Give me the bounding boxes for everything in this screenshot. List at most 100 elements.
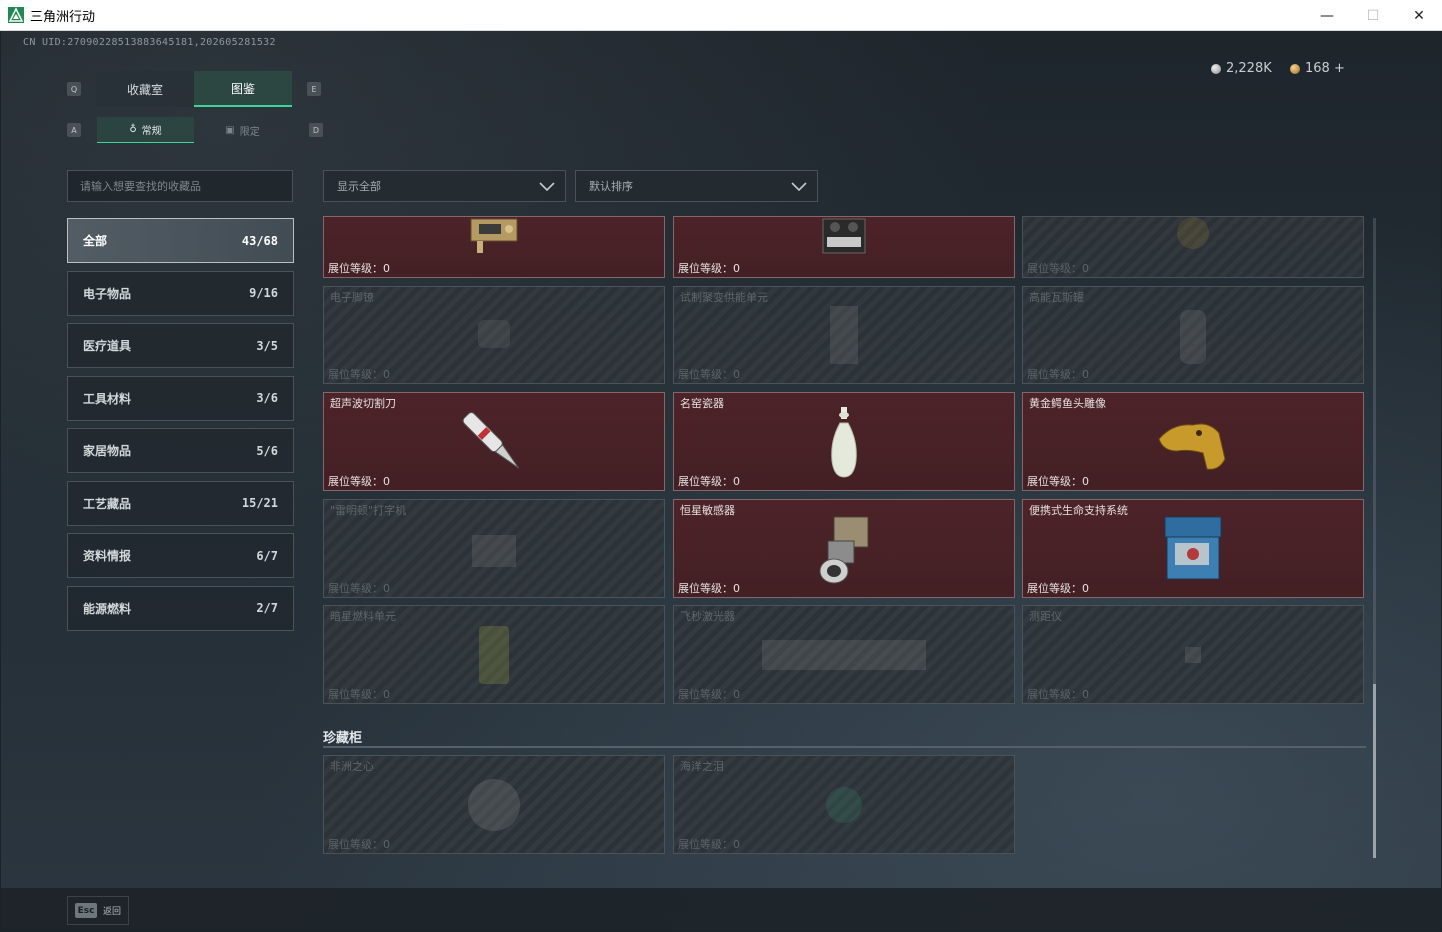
- category-count: 5/6: [256, 443, 278, 458]
- subtab-limited[interactable]: ▣ 限定: [194, 117, 291, 143]
- card-level: 展位等级：0: [678, 688, 740, 701]
- image-icon: ▣: [225, 124, 235, 136]
- card-level: 展位等级：0: [678, 262, 740, 275]
- treasure-card[interactable]: 非洲之心 展位等级：0: [323, 755, 665, 854]
- card-level: 展位等级：0: [328, 838, 390, 851]
- collection-card[interactable]: 展位等级：0: [323, 216, 665, 278]
- card-name: 便携式生命支持系统: [1029, 504, 1128, 517]
- collection-card[interactable]: 展位等级：0: [1022, 216, 1364, 278]
- card-name: 高能瓦斯罐: [1029, 291, 1084, 304]
- collection-card[interactable]: 暗星燃料单元 展位等级：0: [323, 605, 665, 704]
- category-count: 2/7: [256, 601, 278, 615]
- bottle-icon: ♁: [129, 124, 137, 135]
- category-electronics[interactable]: 电子物品 9/16: [67, 270, 294, 316]
- card-name: 测距仪: [1029, 610, 1062, 623]
- card-name: 黄金鳄鱼头雕像: [1029, 397, 1106, 410]
- window-titlebar: 三角洲行动 — ☐ ✕: [0, 0, 1442, 31]
- gas-canister-icon: [1180, 310, 1206, 364]
- category-intel[interactable]: 资料情报 6/7: [67, 533, 294, 578]
- category-count: 6/7: [256, 548, 278, 563]
- chevron-down-icon: [539, 182, 555, 192]
- card-name: 暗星燃料单元: [330, 610, 396, 623]
- card-name: 电子脚镣: [330, 291, 374, 304]
- silver-coin-icon: [1211, 63, 1221, 74]
- gold-coin-icon: [1290, 63, 1300, 74]
- subtab-regular[interactable]: ♁ 常规: [97, 117, 194, 143]
- collection-card[interactable]: 黄金鳄鱼头雕像 展位等级：0: [1022, 392, 1364, 491]
- card-level: 展位等级：0: [678, 475, 740, 488]
- tab-catalog[interactable]: 图鉴: [194, 71, 292, 107]
- category-count: 43/68: [241, 233, 278, 248]
- diamond-heart-icon: [468, 778, 520, 831]
- filter-dropdown[interactable]: 显示全部: [323, 170, 566, 202]
- card-name: 名窑瓷器: [680, 397, 724, 410]
- category-all[interactable]: 全部 43/68: [67, 218, 294, 263]
- key-hint-q: Q: [67, 82, 81, 96]
- collection-card[interactable]: 便携式生命支持系统 展位等级：0: [1022, 499, 1364, 598]
- card-level: 展位等级：0: [328, 475, 390, 488]
- collection-card[interactable]: 名窑瓷器 展位等级：0: [673, 392, 1015, 491]
- ankle-monitor-icon: [478, 320, 510, 348]
- chevron-down-icon: [791, 182, 807, 192]
- card-name: 试制聚变供能单元: [680, 291, 768, 304]
- category-count: 3/6: [256, 391, 278, 405]
- card-level: 展位等级：0: [1027, 262, 1089, 275]
- category-tools[interactable]: 工具材料 3/6: [67, 375, 294, 421]
- category-medical[interactable]: 医疗道具 3/5: [67, 323, 294, 368]
- collection-card[interactable]: 恒星敏感器 展位等级：0: [673, 499, 1015, 598]
- card-level: 展位等级：0: [678, 368, 740, 381]
- card-level: 展位等级：0: [678, 582, 740, 595]
- category-label: 医疗道具: [83, 339, 132, 353]
- card-name: 恒星敏感器: [680, 504, 735, 517]
- collection-card[interactable]: "雷明顿"打字机 展位等级：0: [323, 499, 665, 598]
- card-level: 展位等级：0: [1027, 475, 1089, 488]
- tape-recorder-icon: [822, 218, 866, 254]
- category-energy[interactable]: 能源燃料 2/7: [67, 585, 294, 631]
- rangefinder-icon: [1185, 646, 1201, 663]
- grid-scrollbar-thumb[interactable]: [1373, 684, 1376, 858]
- silver-amount: 2,228K: [1226, 61, 1272, 76]
- tab-collection-room[interactable]: 收藏室: [96, 71, 194, 107]
- sub-tabs: ♁ 常规 ▣ 限定: [97, 117, 293, 143]
- life-support-system-icon: [1164, 516, 1222, 579]
- medal-icon: [1177, 217, 1209, 249]
- category-count: 15/21: [241, 496, 278, 510]
- treasure-card[interactable]: 海洋之泪 展位等级：0: [673, 755, 1015, 854]
- category-household[interactable]: 家居物品 5/6: [67, 428, 294, 473]
- category-label: 工具材料: [83, 391, 132, 406]
- close-button[interactable]: ✕: [1396, 0, 1442, 31]
- category-crafts[interactable]: 工艺藏品 15/21: [67, 480, 294, 526]
- section-title-treasure-cabinet: 珍藏柜: [323, 731, 363, 746]
- collection-card[interactable]: 试制聚变供能单元 展位等级：0: [673, 286, 1015, 384]
- ultrasonic-cutter-icon: [462, 411, 520, 469]
- collection-card[interactable]: 展位等级：0: [673, 216, 1015, 278]
- sort-dropdown-value: 默认排序: [589, 180, 633, 193]
- minimize-button[interactable]: —: [1304, 0, 1350, 31]
- collection-card[interactable]: 测距仪 展位等级：0: [1022, 605, 1364, 704]
- maximize-button[interactable]: ☐: [1350, 0, 1396, 31]
- collection-card[interactable]: 高能瓦斯罐 展位等级：0: [1022, 286, 1364, 384]
- subtab-regular-label: 常规: [141, 126, 162, 137]
- subtab-limited-label: 限定: [239, 126, 260, 138]
- key-hint-d: D: [309, 123, 323, 137]
- sort-dropdown[interactable]: 默认排序: [575, 170, 818, 202]
- collection-card[interactable]: 飞秒激光器 展位等级：0: [673, 605, 1015, 704]
- category-label: 全部: [83, 234, 108, 248]
- dark-star-fuel-cell-icon: [479, 625, 509, 684]
- gold-currency[interactable]: 168 +: [1290, 61, 1345, 76]
- card-name: 非洲之心: [330, 760, 374, 773]
- star-sensor-icon: [819, 516, 869, 583]
- card-level: 展位等级：0: [1027, 582, 1089, 595]
- bottom-bar: Esc 返回: [1, 888, 1441, 931]
- gold-crocodile-statue-icon: [1158, 423, 1226, 470]
- category-label: 能源燃料: [83, 601, 132, 616]
- card-name: 海洋之泪: [680, 760, 724, 773]
- app-logo-icon: [8, 7, 24, 23]
- collection-card[interactable]: 超声波切割刀 展位等级：0: [323, 392, 665, 491]
- filter-dropdown-value: 显示全部: [337, 180, 381, 193]
- femtosecond-laser-icon: [762, 639, 926, 670]
- category-label: 电子物品: [83, 286, 132, 301]
- search-input[interactable]: 请输入想要查找的收藏品: [67, 170, 293, 202]
- grid-scrollbar[interactable]: [1373, 218, 1376, 858]
- collection-card[interactable]: 电子脚镣 展位等级：0: [323, 286, 665, 384]
